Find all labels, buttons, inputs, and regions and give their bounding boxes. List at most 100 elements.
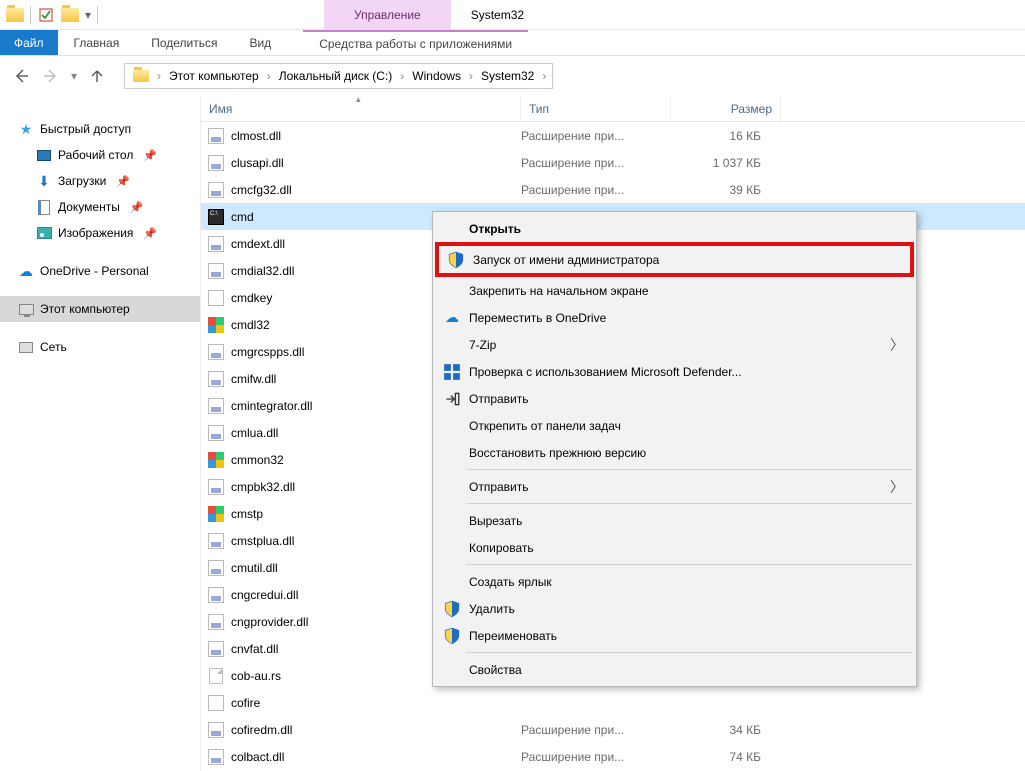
file-row[interactable]: cmcfg32.dllРасширение при...39 КБ [201, 176, 1025, 203]
file-icon [207, 694, 225, 712]
file-size: 39 КБ [671, 183, 781, 197]
ctx-cut[interactable]: Вырезать [435, 507, 914, 534]
column-name[interactable]: Имя [201, 96, 521, 121]
sidebar-onedrive[interactable]: ☁ OneDrive - Personal [0, 258, 200, 284]
tab-app-tools[interactable]: Средства работы с приложениями [303, 30, 528, 55]
downloads-icon: ⬇ [36, 173, 52, 189]
ctx-pin-start[interactable]: Закрепить на начальном экране [435, 277, 914, 304]
tab-share[interactable]: Поделиться [135, 30, 233, 55]
file-size: 74 КБ [671, 750, 781, 764]
ctx-separator [467, 503, 912, 504]
file-name: colbact.dll [231, 750, 521, 764]
file-name: cofire [231, 696, 521, 710]
file-icon [207, 505, 225, 523]
file-row[interactable]: cofiredm.dllРасширение при...34 КБ [201, 716, 1025, 743]
ctx-rename[interactable]: Переименовать [435, 622, 914, 649]
ctx-copy[interactable]: Копировать [435, 534, 914, 561]
file-icon [207, 235, 225, 253]
file-icon [207, 154, 225, 172]
sidebar-label: Рабочий стол [58, 148, 133, 162]
history-dropdown[interactable]: ▾ [68, 69, 80, 83]
file-row[interactable]: clusapi.dllРасширение при...1 037 КБ [201, 149, 1025, 176]
forward-button[interactable] [38, 63, 64, 89]
sidebar-quick-access[interactable]: ★ Быстрый доступ [0, 116, 200, 142]
qat-newfolder-button[interactable] [59, 4, 81, 26]
sidebar-label: Этот компьютер [40, 302, 130, 316]
pictures-icon [36, 225, 52, 241]
column-type[interactable]: Тип [521, 96, 671, 121]
file-icon [207, 208, 225, 226]
file-type: Расширение при... [521, 183, 671, 197]
share-icon [443, 390, 461, 408]
ctx-7zip[interactable]: 7-Zip〉 [435, 331, 914, 358]
file-icon [207, 262, 225, 280]
ctx-unpin-taskbar[interactable]: Открепить от панели задач [435, 412, 914, 439]
ctx-send-to[interactable]: Отправить〉 [435, 473, 914, 500]
shield-icon [443, 600, 461, 618]
sidebar-this-pc[interactable]: Этот компьютер [0, 296, 200, 322]
sidebar-documents[interactable]: Документы 📌 [0, 194, 200, 220]
sidebar-network[interactable]: Сеть [0, 334, 200, 360]
breadcrumb-windows[interactable]: Windows [408, 64, 465, 88]
pin-icon: 📌 [116, 175, 130, 188]
breadcrumb-this-pc[interactable]: Этот компьютер [165, 64, 263, 88]
file-name: cmcfg32.dll [231, 183, 521, 197]
breadcrumb-system32[interactable]: System32 [477, 64, 538, 88]
sidebar-downloads[interactable]: ⬇ Загрузки 📌 [0, 168, 200, 194]
ctx-run-as-admin[interactable]: Запуск от имени администратора [439, 246, 910, 273]
sidebar-label: Сеть [40, 340, 67, 354]
ctx-separator [467, 564, 912, 565]
file-size: 1 037 КБ [671, 156, 781, 170]
sidebar-pictures[interactable]: Изображения 📌 [0, 220, 200, 246]
folder-icon[interactable] [4, 4, 26, 26]
file-type: Расширение при... [521, 750, 671, 764]
navigation-bar: ▾ › Этот компьютер › Локальный диск (C:)… [0, 56, 1025, 96]
file-row[interactable]: colbact.dllРасширение при...74 КБ [201, 743, 1025, 770]
context-menu: Открыть Запуск от имени администратора З… [432, 211, 917, 687]
ctx-open[interactable]: Открыть [435, 215, 914, 242]
breadcrumb-root-icon[interactable] [129, 64, 153, 88]
ctx-delete[interactable]: Удалить [435, 595, 914, 622]
pc-icon [18, 301, 34, 317]
file-tab[interactable]: Файл [0, 30, 58, 55]
ctx-share[interactable]: Отправить [435, 385, 914, 412]
pin-icon: 📌 [130, 201, 144, 214]
file-icon [207, 559, 225, 577]
sidebar-label: Загрузки [58, 174, 106, 188]
file-row[interactable]: clmost.dllРасширение при...16 КБ [201, 122, 1025, 149]
back-button[interactable] [8, 63, 34, 89]
file-row[interactable]: cofire [201, 689, 1025, 716]
file-icon [207, 640, 225, 658]
shield-icon [443, 627, 461, 645]
documents-icon [36, 199, 52, 215]
file-name: cofiredm.dll [231, 723, 521, 737]
qat-properties-button[interactable] [35, 4, 57, 26]
ctx-run-as-admin-highlight: Запуск от имени администратора [435, 242, 914, 277]
sidebar-desktop[interactable]: Рабочий стол 📌 [0, 142, 200, 168]
desktop-icon [36, 147, 52, 163]
tab-view[interactable]: Вид [233, 30, 287, 55]
file-icon [207, 478, 225, 496]
ctx-move-onedrive[interactable]: ☁ Переместить в OneDrive [435, 304, 914, 331]
ctx-restore-previous[interactable]: Восстановить прежнюю версию [435, 439, 914, 466]
breadcrumb-drive-c[interactable]: Локальный диск (C:) [275, 64, 397, 88]
qat-customize-dropdown[interactable]: ▾ [83, 4, 93, 26]
file-type: Расширение при... [521, 723, 671, 737]
file-type: Расширение при... [521, 156, 671, 170]
file-name: clusapi.dll [231, 156, 521, 170]
tab-home[interactable]: Главная [58, 30, 136, 55]
network-icon [18, 339, 34, 355]
file-icon [207, 613, 225, 631]
file-type: Расширение при... [521, 129, 671, 143]
ctx-properties[interactable]: Свойства [435, 656, 914, 683]
column-size[interactable]: Размер [671, 96, 781, 121]
ctx-create-shortcut[interactable]: Создать ярлык [435, 568, 914, 595]
quick-access-toolbar: ▾ [0, 0, 104, 29]
address-bar[interactable]: › Этот компьютер › Локальный диск (C:) ›… [124, 63, 553, 89]
file-icon [207, 316, 225, 334]
sidebar-label: Документы [58, 200, 120, 214]
ctx-separator [467, 469, 912, 470]
up-button[interactable] [84, 63, 110, 89]
ctx-defender-scan[interactable]: Проверка с использованием Microsoft Defe… [435, 358, 914, 385]
submenu-arrow-icon: 〉 [890, 335, 904, 355]
